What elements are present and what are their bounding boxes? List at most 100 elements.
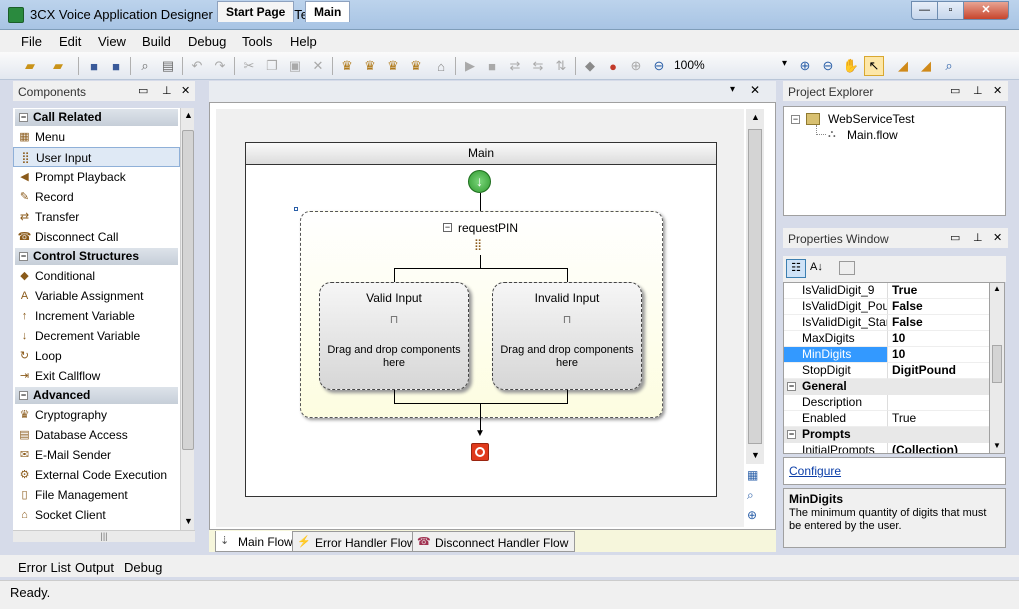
scroll-down-icon[interactable]: ▼: [993, 441, 1001, 450]
property-value[interactable]: 10: [888, 331, 989, 347]
component-2-icon[interactable]: ♛: [360, 56, 380, 76]
copy-icon[interactable]: ❐: [262, 56, 282, 76]
close-tab-icon[interactable]: ✕: [750, 83, 760, 97]
project-node[interactable]: WebServiceTest: [828, 112, 914, 126]
property-row[interactable]: StopDigit DigitPound: [784, 363, 989, 379]
component-item[interactable]: ⣿ User Input: [13, 147, 180, 167]
step-over-icon[interactable]: ⇆: [528, 56, 548, 76]
tab-error-list[interactable]: Error List: [18, 560, 71, 575]
minimize-button[interactable]: —: [911, 1, 938, 20]
redo-icon[interactable]: ↷: [210, 56, 230, 76]
open-folder-icon[interactable]: ▰: [20, 56, 40, 76]
collapse-icon[interactable]: −: [19, 252, 28, 261]
step-out-icon[interactable]: ⇅: [551, 56, 571, 76]
property-value[interactable]: (Collection): [888, 443, 989, 453]
close-window-button[interactable]: ✕: [963, 1, 1009, 20]
print-icon[interactable]: ▤: [158, 56, 178, 76]
branch-invalid-input[interactable]: Invalid Input ⊓ Drag and drop components…: [492, 282, 642, 390]
component-item[interactable]: ✎ Record: [13, 187, 180, 207]
maximize-button[interactable]: ▫: [937, 1, 964, 20]
run-icon[interactable]: ▶: [460, 56, 480, 76]
window-position-icon[interactable]: ▭: [138, 84, 148, 97]
record-icon[interactable]: ●: [603, 56, 623, 76]
property-category[interactable]: − General: [784, 379, 989, 395]
component-item[interactable]: ▯ File Management: [13, 485, 180, 505]
scroll-thumb[interactable]: [992, 345, 1002, 383]
component-item[interactable]: ☎ Disconnect Call: [13, 227, 180, 247]
category-header[interactable]: − Advanced: [15, 387, 178, 404]
zoom-level[interactable]: 100%: [674, 58, 705, 72]
component-item[interactable]: ◀ Prompt Playback: [13, 167, 180, 187]
menu-file[interactable]: File: [21, 34, 42, 49]
property-value[interactable]: DigitPound: [888, 363, 989, 379]
component-item[interactable]: ↑ Increment Variable: [13, 306, 180, 326]
collapse-icon[interactable]: −: [787, 430, 796, 439]
properties-scrollbar[interactable]: ▲ ▼: [989, 282, 1005, 454]
menu-build[interactable]: Build: [142, 34, 171, 49]
property-value[interactable]: 10: [888, 347, 989, 363]
zoom-plus-icon[interactable]: ⊕: [626, 56, 646, 76]
component-1-icon[interactable]: ♛: [337, 56, 357, 76]
property-row[interactable]: IsValidDigit_9 True: [784, 283, 989, 299]
component-5-icon[interactable]: ⌂: [431, 56, 451, 76]
component-3-icon[interactable]: ♛: [383, 56, 403, 76]
selection-handle[interactable]: [294, 207, 298, 211]
tool-2-icon[interactable]: ◢: [916, 56, 936, 76]
tab-debug[interactable]: Debug: [124, 560, 162, 575]
property-value[interactable]: [888, 395, 989, 411]
preview-icon[interactable]: ⌕: [135, 56, 155, 76]
collapse-icon[interactable]: −: [787, 382, 796, 391]
component-item[interactable]: ↻ Loop: [13, 346, 180, 366]
menu-help[interactable]: Help: [290, 34, 317, 49]
property-name[interactable]: InitialPrompts: [784, 443, 888, 453]
tab-error-handler-flow[interactable]: ⚡ Error Handler Flow: [292, 531, 423, 552]
component-item[interactable]: ◆ Conditional: [13, 266, 180, 286]
property-name[interactable]: IsValidDigit_Pound: [784, 299, 888, 315]
property-value[interactable]: False: [888, 315, 989, 331]
component-item[interactable]: ⚙ External Code Execution: [13, 465, 180, 485]
scroll-down-icon[interactable]: ▼: [751, 450, 760, 460]
property-category[interactable]: − Prompts: [784, 427, 989, 443]
property-name[interactable]: IsValidDigit_9: [784, 283, 888, 299]
collapse-icon[interactable]: −: [19, 113, 28, 122]
property-value[interactable]: False: [888, 299, 989, 315]
close-icon[interactable]: ✕: [993, 84, 1002, 97]
designer-vscroll[interactable]: ▲ ▼: [746, 109, 764, 464]
component-item[interactable]: ♛ Cryptography: [13, 405, 180, 425]
property-value[interactable]: True: [888, 283, 989, 299]
component-item[interactable]: A Variable Assignment: [13, 286, 180, 306]
close-icon[interactable]: ✕: [181, 84, 190, 97]
components-hscrollbar[interactable]: |||: [13, 530, 195, 542]
chevron-down-icon[interactable]: ▾: [782, 58, 787, 69]
component-item[interactable]: ⇥ Exit Callflow: [13, 366, 180, 386]
property-name[interactable]: Description: [784, 395, 888, 411]
property-pages-icon[interactable]: [839, 261, 855, 275]
scroll-down-icon[interactable]: ▼: [184, 516, 193, 526]
tab-output[interactable]: Output: [75, 560, 114, 575]
cut-icon[interactable]: ✂: [239, 56, 259, 76]
scroll-up-icon[interactable]: ▲: [751, 112, 760, 122]
property-name[interactable]: MaxDigits: [784, 331, 888, 347]
step-icon[interactable]: ⇄: [505, 56, 525, 76]
window-position-icon[interactable]: ▭: [950, 231, 960, 244]
menu-debug[interactable]: Debug: [188, 34, 226, 49]
category-header[interactable]: − Control Structures: [15, 248, 178, 265]
zoom-in-icon[interactable]: ⊕: [795, 56, 815, 76]
property-row[interactable]: IsValidDigit_Star False: [784, 315, 989, 331]
pin-icon[interactable]: ⊥: [973, 231, 983, 244]
close-icon[interactable]: ✕: [993, 231, 1002, 244]
zoom-icon[interactable]: ⊕: [747, 508, 763, 524]
scroll-up-icon[interactable]: ▲: [184, 110, 193, 120]
pin-icon[interactable]: ⊥: [162, 84, 172, 97]
component-item[interactable]: ▤ Database Access: [13, 425, 180, 445]
scroll-thumb[interactable]: [748, 129, 762, 444]
pan-icon[interactable]: ✋: [841, 56, 861, 76]
component-item[interactable]: ✉ E-Mail Sender: [13, 445, 180, 465]
alphabetical-icon[interactable]: A↓: [810, 261, 823, 273]
property-row[interactable]: MinDigits 10: [784, 347, 989, 363]
configure-link[interactable]: Configure: [789, 464, 841, 478]
fit-icon[interactable]: ▦: [747, 468, 763, 484]
zoom-out-icon[interactable]: ⊖: [818, 56, 838, 76]
pin-icon[interactable]: ⊥: [973, 84, 983, 97]
property-row[interactable]: InitialPrompts (Collection): [784, 443, 989, 453]
